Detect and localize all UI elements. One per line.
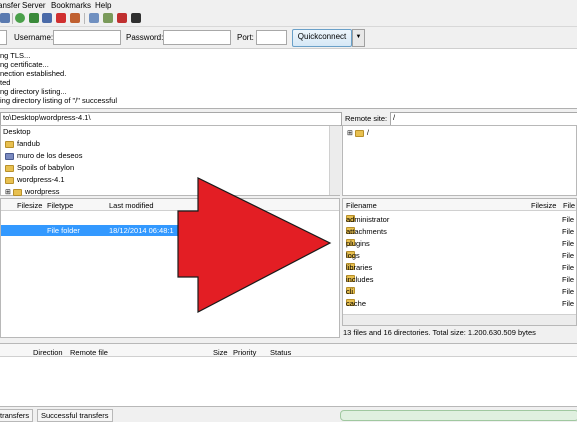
menu-bookmarks[interactable]: Bookmarks bbox=[51, 1, 91, 10]
menu-server[interactable]: Server bbox=[22, 1, 46, 10]
toolbar bbox=[0, 11, 577, 27]
search-icon[interactable] bbox=[117, 13, 127, 23]
tree-item-fandub[interactable]: fandub bbox=[5, 139, 40, 148]
folder-icon bbox=[5, 164, 14, 172]
tree-item-muro[interactable]: muro de los deseos bbox=[5, 151, 82, 160]
list-item[interactable]: logs File bbox=[343, 249, 576, 261]
progress-indicator bbox=[340, 410, 577, 421]
log-line: ted bbox=[0, 78, 11, 87]
col-filesize[interactable]: Filesize bbox=[17, 201, 42, 210]
compare-icon[interactable] bbox=[89, 13, 99, 23]
quickconnect-button[interactable]: Quickconnect bbox=[292, 29, 352, 47]
folder-icon bbox=[12, 188, 22, 196]
local-site-path[interactable]: to\Desktop\wordpress-4.1\ bbox=[0, 112, 342, 126]
host-field[interactable] bbox=[0, 30, 7, 45]
remote-tree: ⊞ / bbox=[342, 125, 577, 196]
col-filename[interactable]: Filename bbox=[346, 201, 377, 210]
remote-site-bar: Remote site: / bbox=[342, 111, 577, 126]
local-file-list: Filesize Filetype Last modified File fol… bbox=[0, 198, 340, 338]
tab-successful-transfers[interactable]: Successful transfers bbox=[37, 409, 113, 422]
disconnect-icon[interactable] bbox=[56, 13, 66, 23]
toolbar-separator bbox=[84, 13, 85, 24]
username-label: Username: bbox=[14, 33, 54, 42]
col-filetype[interactable]: File bbox=[563, 201, 575, 210]
tree-item-desktop[interactable]: Desktop bbox=[3, 127, 31, 136]
port-field[interactable] bbox=[256, 30, 287, 45]
list-item[interactable]: cli File bbox=[343, 285, 576, 297]
list-item[interactable]: attachments File bbox=[343, 225, 576, 237]
cancel-icon[interactable] bbox=[42, 13, 52, 23]
tree-item-wordpress[interactable]: ⊞ wordpress bbox=[5, 187, 59, 196]
remote-site-path[interactable]: / bbox=[390, 112, 577, 126]
folder-icon bbox=[5, 152, 14, 160]
queue-tabs: transfers Successful transfers bbox=[0, 406, 577, 422]
remote-file-list: Filename Filesize File administrator File… bbox=[342, 198, 577, 326]
list-item[interactable]: includes File bbox=[343, 273, 576, 285]
reconnect-icon[interactable] bbox=[70, 13, 80, 23]
list-item[interactable]: administrator File bbox=[343, 213, 576, 225]
menu-bar: ansfer Server Bookmarks Help bbox=[0, 0, 577, 11]
sync-browse-icon[interactable] bbox=[103, 13, 113, 23]
folder-icon bbox=[5, 176, 14, 184]
tab-failed-transfers[interactable]: transfers bbox=[0, 409, 34, 422]
port-label: Port: bbox=[237, 33, 254, 42]
menu-help[interactable]: Help bbox=[95, 1, 111, 10]
col-status[interactable]: Status bbox=[270, 348, 291, 357]
local-list-header: Filesize Filetype Last modified bbox=[1, 199, 339, 211]
message-log: ng TLS... ng certificate... nection esta… bbox=[0, 49, 577, 109]
process-queue-icon[interactable] bbox=[29, 13, 39, 23]
toolbar-separator bbox=[12, 13, 13, 24]
remote-status: 13 files and 16 directories. Total size:… bbox=[343, 328, 536, 337]
expand-icon[interactable]: ⊞ bbox=[5, 189, 11, 196]
quickconnect-bar: Username: Password: Port: Quickconnect ▼ bbox=[0, 27, 577, 49]
password-field[interactable] bbox=[163, 30, 231, 45]
log-line: ng certificate... bbox=[0, 60, 49, 69]
remote-list-header: Filename Filesize File bbox=[343, 199, 576, 211]
log-line: ng directory listing... bbox=[0, 87, 67, 96]
col-filetype[interactable]: Filetype bbox=[47, 201, 73, 210]
horizontal-scrollbar[interactable] bbox=[343, 314, 576, 325]
local-tree: Desktop fandub muro de los deseos Spoils… bbox=[0, 125, 341, 196]
site-manager-icon[interactable] bbox=[0, 13, 10, 23]
queue-header: Direction Remote file Size Priority Stat… bbox=[0, 343, 577, 357]
col-filesize[interactable]: Filesize bbox=[531, 201, 556, 210]
username-field[interactable] bbox=[53, 30, 121, 45]
folder-icon bbox=[5, 140, 14, 148]
log-line: nection established. bbox=[0, 69, 67, 78]
password-label: Password: bbox=[126, 33, 164, 42]
scrollbar[interactable] bbox=[329, 126, 341, 195]
col-remote-file[interactable]: Remote file bbox=[70, 348, 108, 357]
list-item[interactable]: libraries File bbox=[343, 261, 576, 273]
col-last-modified[interactable]: Last modified bbox=[109, 201, 154, 210]
local-site-bar: to\Desktop\wordpress-4.1\ bbox=[0, 111, 342, 126]
log-line: ing directory listing of "/" successful bbox=[0, 96, 118, 105]
col-priority[interactable]: Priority bbox=[233, 348, 256, 357]
menu-transfer[interactable]: ansfer bbox=[0, 1, 20, 10]
col-size[interactable]: Size bbox=[213, 348, 228, 357]
tree-item-wordpress-4-1[interactable]: wordpress-4.1 bbox=[5, 175, 65, 184]
col-direction[interactable]: Direction bbox=[33, 348, 63, 357]
log-line: ng TLS... bbox=[0, 51, 31, 60]
binoculars-icon[interactable] bbox=[131, 13, 141, 23]
remote-site-label: Remote site: bbox=[345, 114, 388, 123]
transfer-queue bbox=[0, 357, 577, 406]
expand-icon[interactable]: ⊞ bbox=[347, 130, 353, 137]
tree-item-root[interactable]: ⊞ / bbox=[347, 128, 369, 137]
quickconnect-dropdown[interactable]: ▼ bbox=[352, 29, 365, 47]
list-item[interactable]: cache File bbox=[343, 297, 576, 309]
list-item[interactable]: plugins File bbox=[343, 237, 576, 249]
folder-icon bbox=[354, 129, 364, 137]
refresh-icon[interactable] bbox=[15, 13, 25, 23]
table-row[interactable]: File folder 18/12/2014 06:48:1 bbox=[1, 225, 179, 236]
tree-item-spoils[interactable]: Spoils of babylon bbox=[5, 163, 74, 172]
